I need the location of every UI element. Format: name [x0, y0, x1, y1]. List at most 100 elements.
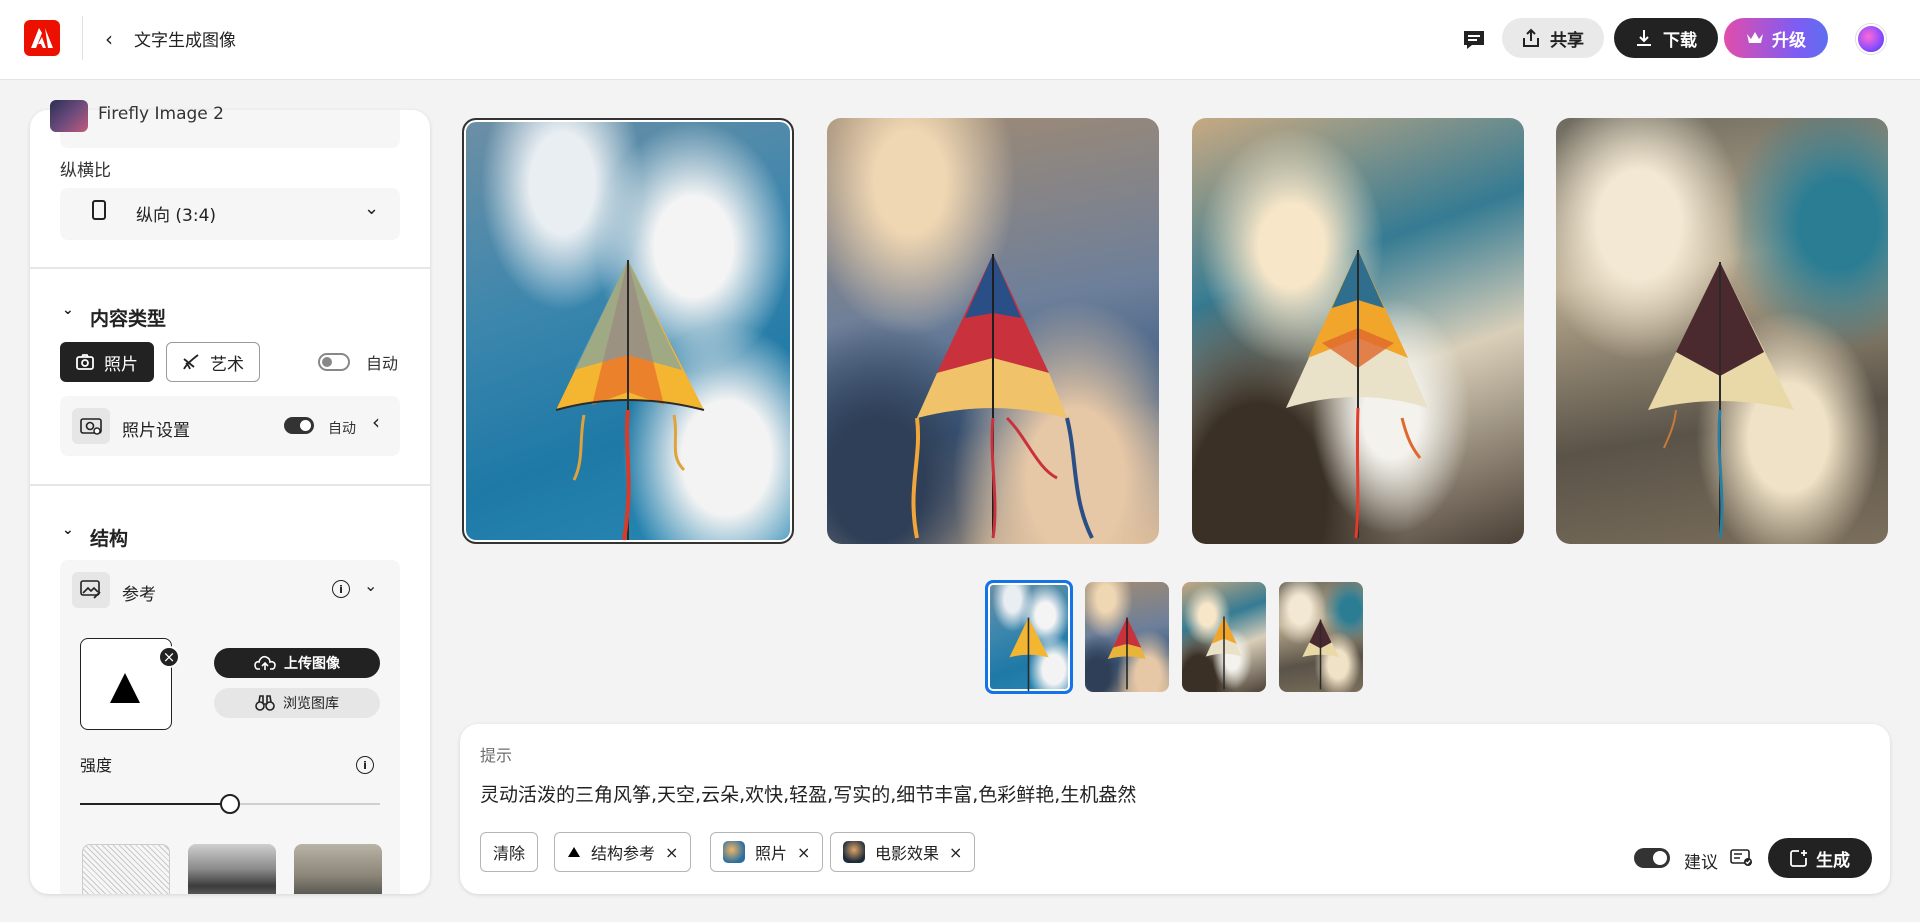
style-thumbnail[interactable] — [82, 844, 170, 894]
close-icon[interactable]: × — [949, 843, 962, 862]
browse-gallery-button[interactable]: 浏览图库 — [214, 688, 380, 718]
chip-label: 照片 — [755, 844, 788, 863]
camera-icon — [76, 354, 94, 370]
chevron-left-icon[interactable]: ‹ — [372, 410, 380, 434]
download-icon — [1637, 30, 1651, 46]
aspect-ratio-value: 纵向 (3:4) — [136, 206, 217, 226]
kite-thumbnail — [1009, 617, 1049, 691]
brush-icon — [183, 354, 199, 370]
thumbnail-4[interactable] — [1279, 582, 1363, 692]
header-divider — [82, 16, 83, 60]
upgrade-button[interactable]: 升级 — [1724, 18, 1828, 58]
auto-label: 自动 — [366, 354, 399, 373]
section-divider — [30, 267, 430, 269]
kite-thumbnail — [1107, 617, 1146, 690]
suggestions-label: 建议 — [1684, 853, 1718, 873]
generate-button[interactable]: 生成 — [1768, 838, 1872, 878]
photo-settings-icon — [72, 408, 110, 444]
app-header: ‹ 文字生成图像 共享 下载 升级 — [0, 0, 1920, 80]
browse-label: 浏览图库 — [283, 696, 339, 712]
generated-image-4[interactable] — [1556, 118, 1888, 544]
reference-icon — [72, 572, 110, 608]
content-type-title[interactable]: 内容类型 — [90, 304, 166, 331]
upload-image-button[interactable]: 上传图像 — [214, 648, 380, 678]
share-label: 共享 — [1550, 30, 1584, 51]
chip-photo[interactable]: 照片 × — [710, 832, 824, 872]
info-icon[interactable]: i — [356, 756, 374, 774]
photo-settings-auto-toggle[interactable] — [284, 417, 314, 434]
strength-slider-fill — [80, 803, 230, 805]
share-button[interactable]: 共享 — [1502, 18, 1604, 58]
kite-image — [911, 254, 1094, 539]
chip-label: 结构参考 — [591, 844, 656, 863]
content-type-art-button[interactable]: 艺术 — [166, 342, 260, 382]
triangle-icon — [110, 673, 140, 703]
crown-icon — [1747, 32, 1763, 43]
thumbnail-3[interactable] — [1182, 582, 1266, 692]
aspect-ratio-select[interactable] — [60, 188, 400, 240]
generated-image-1[interactable] — [462, 118, 794, 544]
cloud-upload-icon — [254, 655, 276, 670]
suggestions-toggle[interactable] — [1634, 848, 1670, 868]
close-icon[interactable]: × — [158, 646, 180, 668]
download-button[interactable]: 下载 — [1614, 18, 1718, 58]
prompt-input[interactable]: 灵动活泼的三角风筝,天空,云朵,欢快,轻盈,写实的,细节丰富,色彩鲜艳,生机盎然 — [480, 780, 1136, 807]
chip-cinematic[interactable]: 电影效果 × — [830, 832, 976, 872]
back-arrow-icon[interactable]: ‹ — [98, 26, 120, 52]
chip-label: 电影效果 — [875, 844, 940, 863]
photo-label: 照片 — [104, 354, 138, 375]
clear-button[interactable]: 清除 — [480, 832, 539, 872]
prompt-label: 提示 — [480, 746, 513, 765]
kite-thumbnail — [1302, 619, 1340, 690]
chevron-down-icon[interactable]: ⌄ — [62, 302, 74, 318]
upgrade-label: 升级 — [1772, 30, 1806, 51]
page-title: 文字生成图像 — [134, 31, 236, 51]
chevron-down-icon[interactable]: ⌄ — [364, 576, 377, 595]
photo-style-thumbnail — [723, 841, 745, 863]
binoculars-icon — [255, 695, 275, 711]
style-thumbnail[interactable] — [294, 844, 382, 894]
generated-image-2[interactable] — [827, 118, 1159, 544]
kite-image — [1648, 262, 1794, 539]
clear-label: 清除 — [493, 844, 526, 863]
structure-title[interactable]: 结构 — [90, 524, 128, 551]
thumbnail-1[interactable] — [985, 580, 1073, 694]
style-thumbnail[interactable] — [188, 844, 276, 894]
auto-label: 自动 — [328, 421, 356, 437]
comment-icon[interactable] — [1460, 26, 1488, 54]
info-icon[interactable]: i — [332, 580, 350, 598]
photo-settings-label: 照片设置 — [122, 421, 190, 441]
triangle-icon — [568, 847, 580, 857]
close-icon[interactable]: × — [665, 843, 678, 862]
close-icon[interactable]: × — [797, 843, 810, 862]
generate-icon — [1790, 850, 1807, 867]
content-type-auto-toggle[interactable] — [318, 353, 350, 371]
cinematic-style-thumbnail — [843, 841, 865, 863]
avatar[interactable] — [1856, 24, 1886, 54]
suggestion-settings-icon[interactable] — [1730, 848, 1754, 868]
prompt-panel: 提示 灵动活泼的三角风筝,天空,云朵,欢快,轻盈,写实的,细节丰富,色彩鲜艳,生… — [460, 724, 1890, 894]
art-label: 艺术 — [210, 354, 244, 375]
thumbnail-2[interactable] — [1085, 582, 1169, 692]
download-label: 下载 — [1663, 30, 1697, 51]
upload-label: 上传图像 — [284, 656, 340, 672]
chevron-down-icon[interactable]: ⌄ — [364, 198, 379, 219]
generated-image-3[interactable] — [1192, 118, 1524, 544]
model-thumbnail — [50, 100, 88, 132]
model-name: Firefly Image 2 — [98, 104, 224, 124]
chip-structure-reference[interactable]: 结构参考 × — [554, 832, 692, 872]
content-type-photo-button[interactable]: 照片 — [60, 342, 154, 382]
section-divider — [30, 484, 430, 486]
kite-image — [1286, 250, 1428, 539]
share-icon — [1523, 28, 1539, 47]
kite-image — [555, 260, 705, 541]
chevron-down-icon[interactable]: ⌄ — [62, 522, 74, 538]
generate-label: 生成 — [1816, 850, 1850, 871]
strength-slider-thumb[interactable] — [220, 794, 240, 814]
reference-label: 参考 — [122, 585, 156, 605]
settings-panel: 纵横比 纵向 (3:4) ⌄ ⌄ 内容类型 照片 艺术 自动 照片设置 自动 ‹… — [30, 110, 430, 894]
aspect-ratio-label: 纵横比 — [60, 161, 111, 181]
strength-label: 强度 — [80, 756, 113, 775]
kite-thumbnail — [1205, 616, 1242, 690]
adobe-logo-icon[interactable] — [24, 20, 60, 56]
